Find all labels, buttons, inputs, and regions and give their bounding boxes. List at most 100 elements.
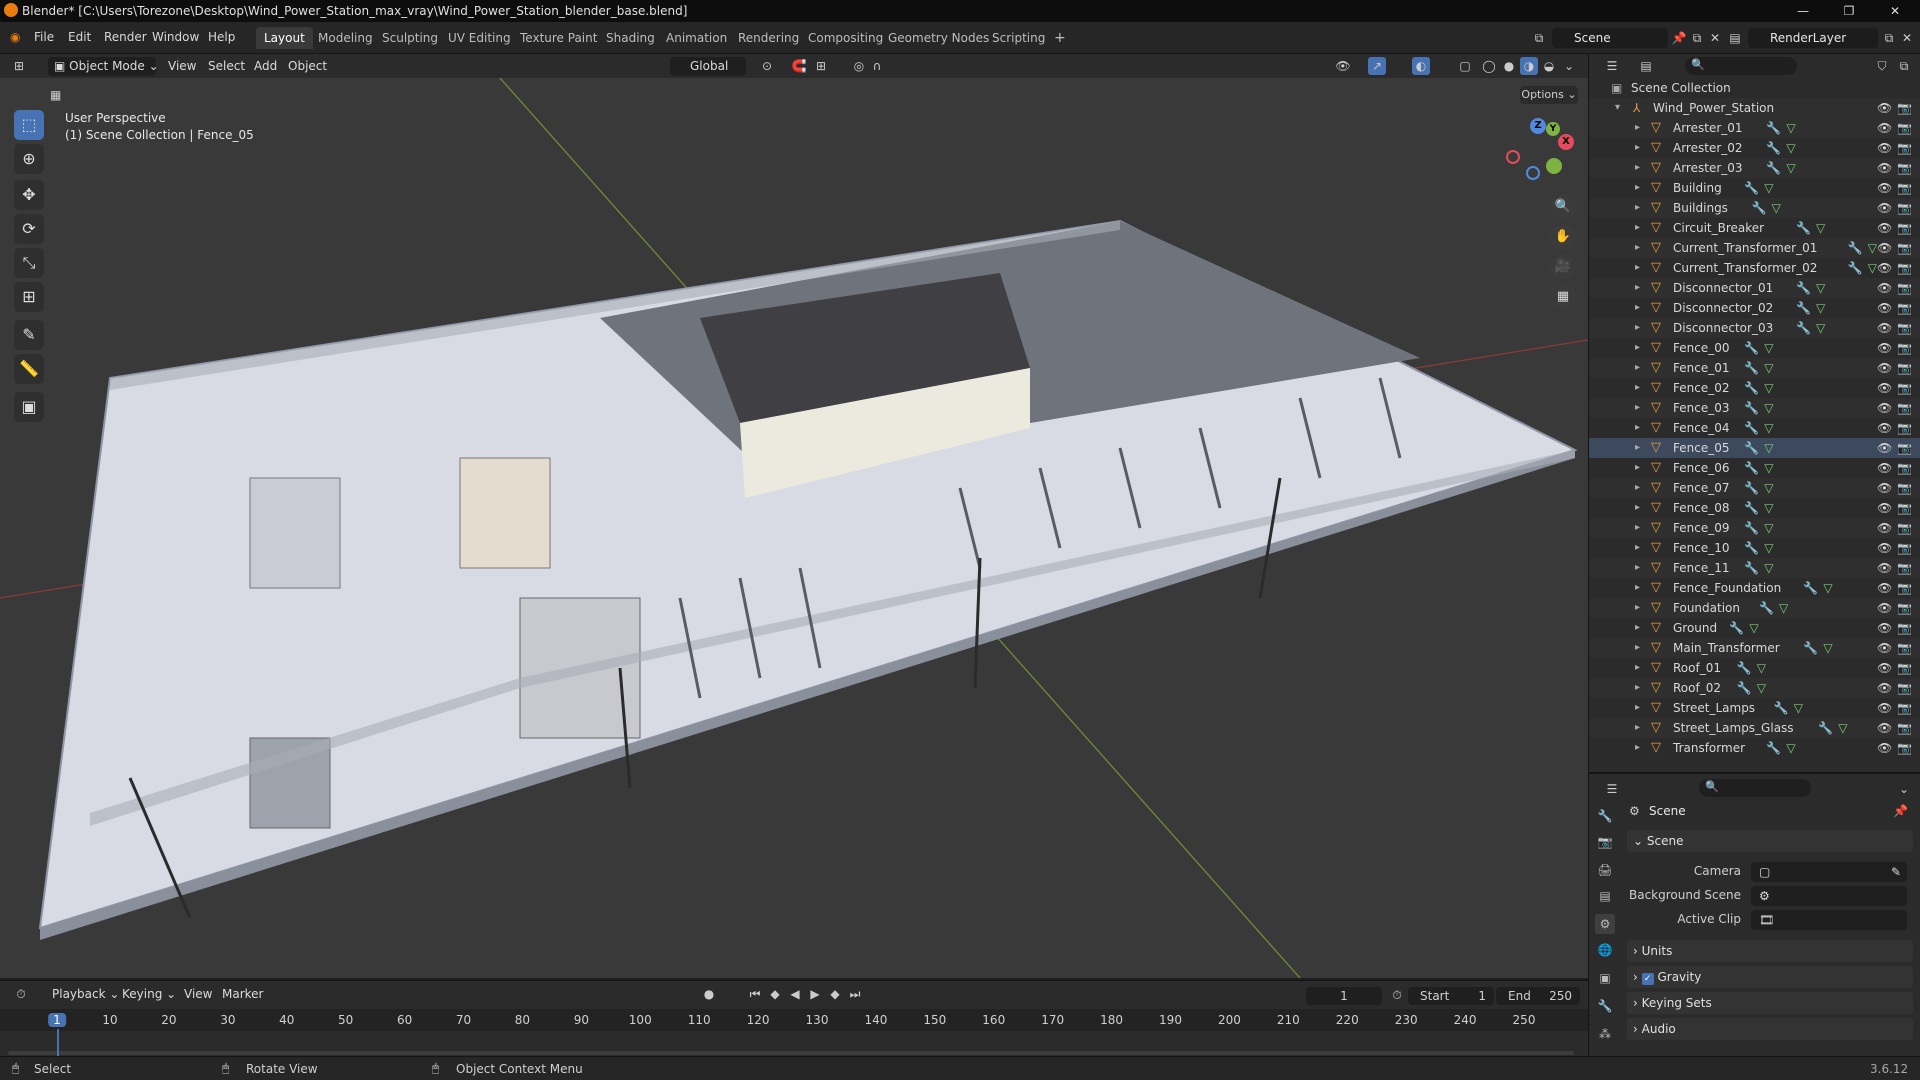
eye-icon[interactable]: 👁 [1877, 158, 1892, 178]
object-tab-icon[interactable]: ▣ [1595, 968, 1615, 988]
eye-icon[interactable]: 👁 [1877, 438, 1892, 458]
outliner-scene-collection[interactable]: ▣ Scene Collection [1589, 78, 1920, 98]
modifier-tab-icon[interactable]: 🔧 [1595, 996, 1615, 1016]
mesh-data-icon[interactable]: ▽ [1868, 258, 1877, 278]
active-clip-field[interactable]: 🎞 [1751, 910, 1907, 930]
new-layer-icon[interactable]: ⧉ [1880, 29, 1898, 47]
jump-start-icon[interactable]: ⏮ [746, 985, 764, 1003]
expand-arrow-icon[interactable]: ▸ [1635, 398, 1640, 418]
render-camera-icon[interactable]: 📷 [1897, 98, 1912, 118]
outliner-row[interactable]: ▸ ▽ Transformer 🔧 ▽ 👁 📷 [1589, 738, 1920, 758]
eye-icon[interactable]: 👁 [1877, 498, 1892, 518]
render-camera-icon[interactable]: 📷 [1897, 338, 1912, 358]
units-panel-header[interactable]: › Units [1627, 940, 1913, 962]
render-camera-icon[interactable]: 📷 [1897, 518, 1912, 538]
select-box-tool-icon[interactable]: ⬚ [14, 110, 44, 140]
expand-arrow-icon[interactable]: ▸ [1635, 678, 1640, 698]
mesh-data-icon[interactable]: ▽ [1749, 618, 1758, 638]
expand-arrow-icon[interactable]: ▸ [1635, 358, 1640, 378]
mesh-data-icon[interactable]: ▽ [1764, 498, 1773, 518]
mesh-data-icon[interactable]: ▽ [1764, 478, 1773, 498]
render-camera-icon[interactable]: 📷 [1897, 598, 1912, 618]
render-camera-icon[interactable]: 📷 [1897, 618, 1912, 638]
menu-window[interactable]: Window [152, 30, 199, 44]
render-camera-icon[interactable]: 📷 [1897, 538, 1912, 558]
modifier-wrench-icon[interactable]: 🔧 [1796, 298, 1811, 318]
menu-marker[interactable]: Marker [222, 985, 263, 1004]
minimize-button[interactable]: — [1780, 0, 1826, 22]
eye-icon[interactable]: 👁 [1877, 538, 1892, 558]
outliner-row[interactable]: ▸ ▽ Disconnector_02 🔧 ▽ 👁 📷 [1589, 298, 1920, 318]
menu-keying[interactable]: Keying ⌄ [122, 985, 176, 1004]
outliner-row[interactable]: ▸ ▽ Disconnector_03 🔧 ▽ 👁 📷 [1589, 318, 1920, 338]
gravity-panel-header[interactable]: › ✓ Gravity [1627, 966, 1913, 988]
measure-tool-icon[interactable]: 📏 [14, 354, 44, 384]
expand-arrow-icon[interactable]: ▸ [1635, 198, 1640, 218]
outliner-row[interactable]: ▸ ▽ Disconnector_01 🔧 ▽ 👁 📷 [1589, 278, 1920, 298]
render-camera-icon[interactable]: 📷 [1897, 118, 1912, 138]
outliner-row[interactable]: ▸ ▽ Ground 🔧 ▽ 👁 📷 [1589, 618, 1920, 638]
render-camera-icon[interactable]: 📷 [1897, 658, 1912, 678]
eye-icon[interactable]: 👁 [1877, 518, 1892, 538]
outliner-editor-type-icon[interactable]: ☰ [1603, 57, 1621, 75]
playhead[interactable] [57, 1029, 59, 1057]
transform-orientation-dropdown[interactable]: Global [670, 57, 746, 76]
expand-arrow-icon[interactable]: ▸ [1635, 418, 1640, 438]
eye-icon[interactable]: 👁 [1877, 478, 1892, 498]
modifier-wrench-icon[interactable]: 🔧 [1744, 498, 1759, 518]
outliner-row[interactable]: ▸ ▽ Fence_Foundation 🔧 ▽ 👁 📷 [1589, 578, 1920, 598]
outliner-row[interactable]: ▸ ▽ Arrester_02 🔧 ▽ 👁 📷 [1589, 138, 1920, 158]
material-shading-icon[interactable]: ◑ [1520, 57, 1538, 75]
wireframe-shading-icon[interactable]: ◯ [1480, 57, 1498, 75]
eye-icon[interactable]: 👁 [1877, 218, 1892, 238]
expand-arrow-icon[interactable]: ▸ [1635, 238, 1640, 258]
expand-arrow-icon[interactable]: ▸ [1635, 298, 1640, 318]
expand-arrow-icon[interactable]: ▸ [1635, 618, 1640, 638]
view-layer-icon[interactable]: ▤ [1726, 29, 1744, 47]
scene-field[interactable]: Scene [1552, 28, 1668, 48]
select-mode-icons[interactable]: ▦ [50, 88, 90, 108]
outliner-row[interactable]: ▸ ▽ Fence_03 🔧 ▽ 👁 📷 [1589, 398, 1920, 418]
mesh-data-icon[interactable]: ▽ [1764, 338, 1773, 358]
mesh-data-icon[interactable]: ▽ [1816, 298, 1825, 318]
mesh-data-icon[interactable]: ▽ [1786, 118, 1795, 138]
pan-hand-icon[interactable]: ✋ [1550, 224, 1576, 250]
render-camera-icon[interactable]: 📷 [1897, 198, 1912, 218]
eye-icon[interactable]: 👁 [1877, 338, 1892, 358]
outliner-row[interactable]: ▸ ▽ Street_Lamps 🔧 ▽ 👁 📷 [1589, 698, 1920, 718]
outliner-row[interactable]: ▸ ▽ Main_Transformer 🔧 ▽ 👁 📷 [1589, 638, 1920, 658]
modifier-wrench-icon[interactable]: 🔧 [1803, 578, 1818, 598]
expand-arrow-icon[interactable]: ▾ [1615, 98, 1620, 118]
next-keyframe-icon[interactable]: ◆ [826, 985, 844, 1003]
eye-icon[interactable]: 👁 [1877, 698, 1892, 718]
menu-help[interactable]: Help [208, 30, 235, 44]
scene-selector-icon[interactable]: ⧉ [1530, 29, 1548, 47]
modifier-wrench-icon[interactable]: 🔧 [1744, 338, 1759, 358]
close-button[interactable]: ✕ [1872, 0, 1918, 22]
expand-arrow-icon[interactable]: ▸ [1635, 698, 1640, 718]
eye-icon[interactable]: 👁 [1877, 418, 1892, 438]
gizmo-x-axis[interactable]: X [1558, 134, 1574, 150]
eye-icon[interactable]: 👁 [1877, 738, 1892, 758]
editor-type-icon[interactable]: ⊞ [10, 57, 28, 75]
start-frame-field[interactable]: Start 1 [1408, 987, 1494, 1005]
proportional-editing-icon[interactable]: ◎ [850, 57, 868, 75]
menu-add[interactable]: Add [254, 57, 277, 76]
gizmo-neg-z[interactable] [1526, 166, 1540, 180]
solid-shading-icon[interactable]: ● [1500, 57, 1518, 75]
expand-arrow-icon[interactable]: ▸ [1635, 258, 1640, 278]
display-mode-icon[interactable]: ▤ [1637, 57, 1655, 75]
menu-view[interactable]: View [168, 57, 196, 76]
render-camera-icon[interactable]: 📷 [1897, 298, 1912, 318]
render-camera-icon[interactable]: 📷 [1897, 478, 1912, 498]
eye-icon[interactable]: 👁 [1877, 358, 1892, 378]
eye-icon[interactable]: 👁 [1877, 718, 1892, 738]
gizmo-neg-y[interactable] [1546, 158, 1562, 174]
timeline-scrollbar[interactable] [8, 1051, 1574, 1055]
mesh-data-icon[interactable]: ▽ [1764, 518, 1773, 538]
render-camera-icon[interactable]: 📷 [1897, 138, 1912, 158]
zoom-icon[interactable]: 🔍 [1550, 194, 1576, 220]
render-camera-icon[interactable]: 📷 [1897, 418, 1912, 438]
expand-arrow-icon[interactable]: ▸ [1635, 638, 1640, 658]
options-dropdown[interactable]: Options ⌄ [1520, 86, 1578, 104]
